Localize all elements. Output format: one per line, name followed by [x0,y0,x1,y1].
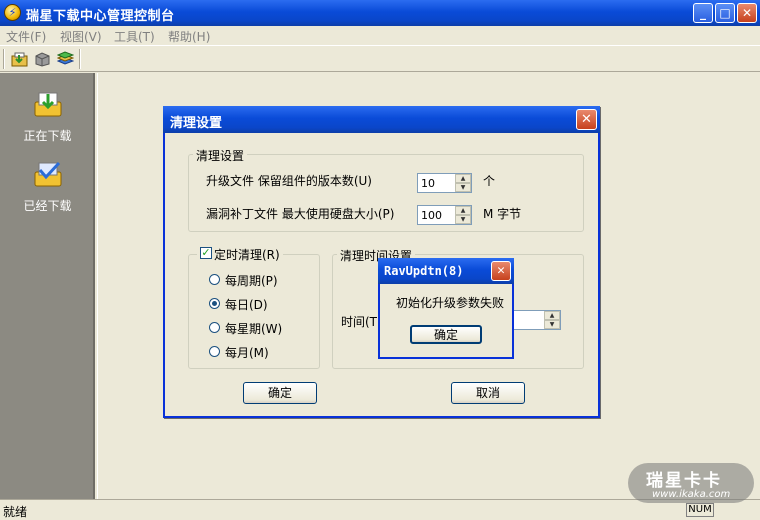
spin-up-icon[interactable]: ▲ [544,311,560,320]
dialog-titlebar: 清理设置 ✕ [163,106,600,133]
site-watermark: 瑞星卡卡 www.ikaka.com [628,463,754,503]
message-box-title: RavUpdtn(8) [384,264,464,278]
radio-monthly-label[interactable]: 每月(M) [225,344,269,361]
timed-cleanup-checkbox[interactable]: ✓ [200,247,212,259]
radio-periodic-label[interactable]: 每周期(P) [225,272,278,289]
dialog-title: 清理设置 [170,116,223,131]
radio-weekly-label[interactable]: 每星期(W) [225,320,282,337]
layers-icon[interactable] [57,51,74,67]
spin-down-icon[interactable]: ▼ [544,320,560,329]
error-message-box: RavUpdtn(8) ✕ 初始化升级参数失败 确定 [378,258,514,359]
cancel-button[interactable]: 取消 [451,382,525,404]
sidebar-item-label: 正在下载 [23,129,72,143]
num-lock-indicator: NUM [686,503,714,517]
timed-cleanup-legend: ✓ 定时清理(R) [197,246,283,263]
menu-tools[interactable]: 工具(T) [114,28,155,45]
menu-view[interactable]: 视图(V) [60,28,102,45]
box-icon[interactable] [34,51,51,67]
close-button[interactable]: ✕ [737,3,757,23]
ok-button[interactable]: 确定 [243,382,317,404]
patch-size-label: 漏洞补丁文件 最大使用硬盘大小(P) [206,207,395,221]
group-legend: 清理设置 [193,147,248,164]
timed-cleanup-label[interactable]: 定时清理(R) [214,248,280,262]
watermark-brand: 瑞星卡卡 [646,471,722,491]
spin-up-icon[interactable]: ▲ [455,174,471,183]
message-box-close-button[interactable]: ✕ [491,261,511,281]
radio-daily-label[interactable]: 每日(D) [225,296,268,313]
radio-weekly[interactable] [209,322,220,333]
patch-size-spinner[interactable]: 100 ▲ ▼ [417,205,472,225]
spin-up-icon[interactable]: ▲ [455,206,471,215]
cleanup-settings-group: 清理设置 升级文件 保留组件的版本数(U) 10 ▲ ▼ 个 漏洞补丁文件 最大使… [188,147,584,232]
patch-size-value: 100 [421,209,442,222]
versions-spinner[interactable]: 10 ▲ ▼ [417,173,472,193]
sidebar-item-downloading[interactable]: 正在下载 [0,90,95,144]
spin-down-icon[interactable]: ▼ [455,183,471,192]
menu-bar: 文件(F) 视图(V) 工具(T) 帮助(H) [0,26,760,45]
time-label: 时间(T [341,315,378,329]
minimize-button[interactable]: _ [693,3,713,23]
downloaded-icon [34,161,61,187]
radio-periodic[interactable] [209,274,220,285]
status-text: 就绪 [3,505,28,519]
patch-size-unit: M 字节 [483,207,522,221]
download-icon[interactable] [11,51,28,67]
watermark-url: www.ikaka.com [652,489,731,500]
downloading-icon [34,92,61,117]
error-message-text: 初始化升级参数失败 [396,296,505,310]
timed-cleanup-group: ✓ 定时清理(R) 每周期(P) 每日(D) 每星期(W) 每月(M) [188,246,320,369]
dialog-close-button[interactable]: ✕ [576,109,597,130]
message-ok-button[interactable]: 确定 [410,325,482,344]
message-box-titlebar: RavUpdtn(8) ✕ [378,258,514,284]
app-logo-icon: ⚡ [4,4,21,21]
sidebar: 正在下载 已经下载 [0,73,95,499]
versions-value: 10 [421,177,435,190]
radio-daily[interactable] [209,298,220,309]
sidebar-item-label: 已经下载 [23,199,72,213]
toolbar [0,45,760,72]
window-title: 瑞星下载中心管理控制台 [26,9,175,24]
maximize-button[interactable]: □ [715,3,735,23]
versions-unit: 个 [483,174,496,188]
versions-label: 升级文件 保留组件的版本数(U) [206,174,372,188]
radio-monthly[interactable] [209,346,220,357]
menu-help[interactable]: 帮助(H) [168,28,210,45]
menu-file[interactable]: 文件(F) [6,28,46,45]
spin-down-icon[interactable]: ▼ [455,215,471,224]
sidebar-item-downloaded[interactable]: 已经下载 [0,160,95,214]
window-titlebar: ⚡ 瑞星下载中心管理控制台 _ □ ✕ [0,0,760,26]
